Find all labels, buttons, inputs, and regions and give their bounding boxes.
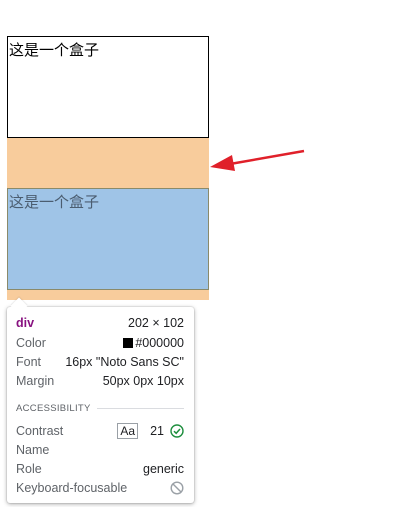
contrast-label: Contrast xyxy=(16,423,64,438)
name-row: Name xyxy=(16,440,184,459)
contrast-ratio: 21 xyxy=(150,423,164,438)
inspect-tooltip: div 202 × 102 Color #000000 Font 16px "N… xyxy=(7,307,194,503)
focusable-label: Keyboard-focusable xyxy=(16,480,128,495)
accessibility-section-heading: ACCESSIBILITY xyxy=(16,401,184,415)
margin-bottom-highlight xyxy=(7,290,209,300)
tooltip-header: div 202 × 102 xyxy=(16,313,184,332)
margin-top-highlight xyxy=(7,138,209,188)
font-row: Font 16px "Noto Sans SC" xyxy=(16,352,184,371)
accessibility-heading: ACCESSIBILITY xyxy=(16,402,91,414)
contrast-row: Contrast Aa 21 xyxy=(16,421,184,440)
not-allowed-icon xyxy=(170,480,184,495)
name-label: Name xyxy=(16,442,50,457)
focusable-row: Keyboard-focusable xyxy=(16,478,184,497)
check-circle-icon xyxy=(170,423,184,438)
contrast-value: Aa 21 xyxy=(117,422,184,439)
element-tag: div xyxy=(16,315,35,330)
second-box-text: 这是一个盒子 xyxy=(9,193,100,211)
font-label: Font xyxy=(16,354,42,369)
color-swatch-icon xyxy=(123,337,134,348)
margin-value: 50px 0px 10px xyxy=(102,373,184,388)
role-label: Role xyxy=(16,461,42,476)
contrast-aa-badge: Aa xyxy=(117,422,139,439)
margin-label: Margin xyxy=(16,373,55,388)
color-value: #000000 xyxy=(123,336,184,350)
element-size: 202 × 102 xyxy=(128,315,184,330)
first-box-text: 这是一个盒子 xyxy=(9,41,100,59)
role-row: Role generic xyxy=(16,459,184,478)
color-label: Color xyxy=(16,335,46,350)
role-value: generic xyxy=(143,461,184,476)
red-arrow-icon xyxy=(210,149,305,171)
color-row: Color #000000 xyxy=(16,333,184,352)
color-value-text: #000000 xyxy=(135,335,184,350)
section-divider xyxy=(96,407,184,409)
first-box: 这是一个盒子 xyxy=(7,36,209,138)
second-box-highlighted[interactable]: 这是一个盒子 xyxy=(7,188,209,290)
font-value: 16px "Noto Sans SC" xyxy=(65,354,184,369)
margin-row: Margin 50px 0px 10px xyxy=(16,371,184,390)
